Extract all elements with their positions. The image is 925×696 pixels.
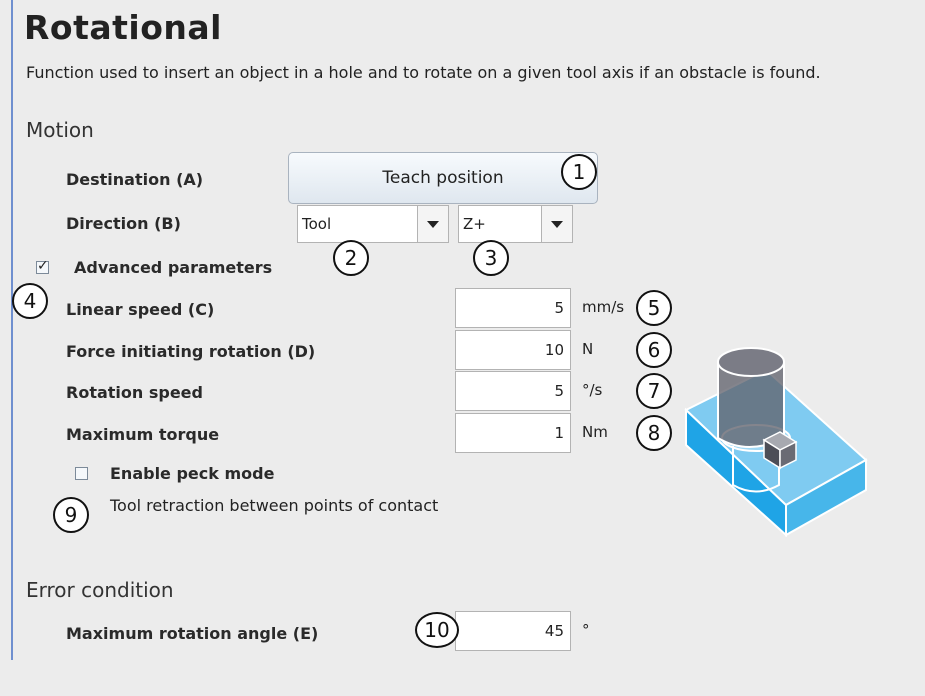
- maximum-torque-label: Maximum torque: [66, 425, 220, 444]
- rotational-insertion-illustration: [684, 347, 868, 538]
- chevron-down-icon[interactable]: [417, 206, 448, 242]
- rotation-speed-label: Rotation speed: [66, 383, 203, 402]
- callout-10: 10: [415, 612, 459, 648]
- linear-speed-unit: mm/s: [582, 298, 625, 316]
- maximum-torque-input[interactable]: 1: [455, 413, 571, 453]
- callout-8: 8: [636, 415, 672, 451]
- advanced-parameters-checkbox[interactable]: [36, 258, 49, 274]
- direction-frame-value: Tool: [302, 215, 332, 233]
- destination-label: Destination (A): [66, 170, 204, 189]
- callout-7: 7: [636, 373, 672, 409]
- direction-axis-value: Z+: [463, 215, 486, 233]
- callout-4: 4: [12, 283, 48, 319]
- motion-section-label: Motion: [26, 118, 94, 142]
- callout-6: 6: [636, 332, 672, 368]
- callout-3: 3: [473, 240, 509, 276]
- max-rotation-angle-label: Maximum rotation angle (E): [66, 624, 319, 643]
- peck-mode-checkbox[interactable]: [75, 467, 88, 480]
- force-rotation-label: Force initiating rotation (D): [66, 342, 316, 361]
- rotation-speed-unit: °/s: [582, 381, 603, 399]
- chevron-down-icon[interactable]: [541, 206, 572, 242]
- advanced-parameters-label: Advanced parameters: [74, 258, 273, 277]
- direction-frame-select[interactable]: Tool: [297, 205, 449, 243]
- linear-speed-input[interactable]: 5: [455, 288, 571, 328]
- force-rotation-input[interactable]: 10: [455, 330, 571, 370]
- direction-label: Direction (B): [66, 214, 181, 233]
- rotation-speed-input[interactable]: 5: [455, 371, 571, 411]
- teach-position-button-label: Teach position: [382, 168, 504, 188]
- rotational-panel: Rotational Function used to insert an ob…: [0, 0, 925, 696]
- maximum-torque-unit: Nm: [582, 423, 608, 441]
- cylinder-illustration: [717, 347, 785, 448]
- callout-5: 5: [636, 290, 672, 326]
- page-description: Function used to insert an object in a h…: [26, 63, 821, 82]
- panel-edge-line: [11, 0, 13, 660]
- peck-mode-description: Tool retraction between points of contac…: [110, 496, 439, 515]
- error-condition-section-label: Error condition: [26, 578, 174, 602]
- page-title: Rotational: [24, 8, 222, 47]
- callout-9: 9: [53, 497, 89, 533]
- callout-2: 2: [333, 240, 369, 276]
- direction-axis-select[interactable]: Z+: [458, 205, 573, 243]
- max-rotation-angle-input[interactable]: 45: [455, 611, 571, 651]
- linear-speed-label: Linear speed (C): [66, 300, 215, 319]
- teach-position-button[interactable]: Teach position: [288, 152, 598, 204]
- max-rotation-angle-unit: °: [582, 621, 590, 639]
- peck-mode-label: Enable peck mode: [110, 464, 275, 483]
- callout-1: 1: [561, 154, 597, 190]
- force-rotation-unit: N: [582, 340, 594, 358]
